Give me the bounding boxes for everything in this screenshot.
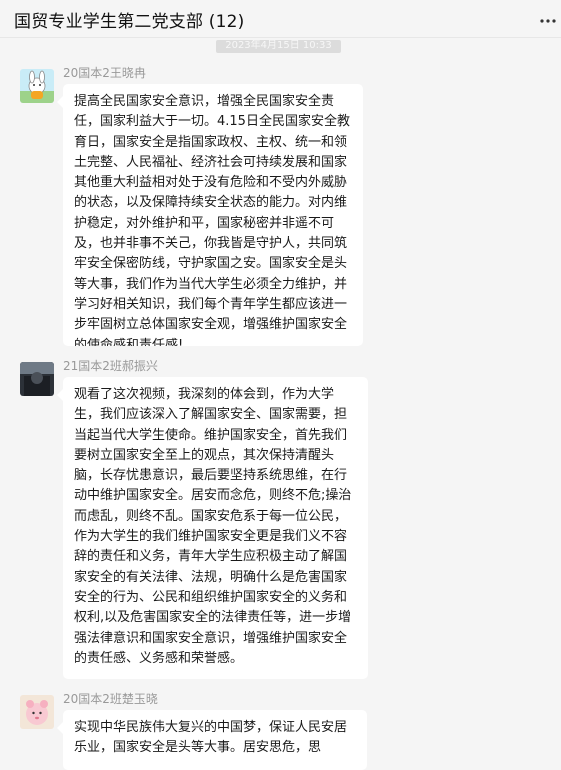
time-divider: 2023年4月15日 10:33 bbox=[216, 40, 341, 53]
maximize-icon[interactable] bbox=[508, 0, 528, 7]
cartoon-character-avatar[interactable] bbox=[20, 69, 54, 103]
minimize-icon[interactable] bbox=[478, 0, 498, 7]
message-bubble[interactable]: 实现中华民族伟大复兴的中国梦，保证人民安居乐业，国家安全是头等大事。居安思危，思 bbox=[63, 710, 367, 770]
dark-photo-avatar[interactable] bbox=[20, 362, 54, 396]
message-bubble[interactable]: 观看了这次视频，我深刻的体会到，作为大学生，我们应该深入了解国家安全、国家需要，… bbox=[63, 377, 368, 679]
sender-name: 20国本2王晓冉 bbox=[63, 66, 146, 80]
sender-name: 21国本2班郝振兴 bbox=[63, 359, 158, 373]
more-horizontal-icon[interactable] bbox=[539, 10, 557, 28]
pink-cartoon-avatar[interactable] bbox=[20, 695, 54, 729]
minimize-icon[interactable] bbox=[444, 0, 464, 7]
chat-title: 国贸专业学生第二党支部 (12) bbox=[14, 12, 245, 32]
chat-header: 国贸专业学生第二党支部 (12) bbox=[0, 0, 561, 38]
sender-name: 20国本2班楚玉晓 bbox=[63, 692, 158, 706]
message-bubble[interactable]: 提高全民国家安全意识，增强全民国家安全责任，国家利益大于一切。4.15日全民国家… bbox=[63, 84, 363, 346]
close-icon[interactable] bbox=[538, 0, 558, 7]
